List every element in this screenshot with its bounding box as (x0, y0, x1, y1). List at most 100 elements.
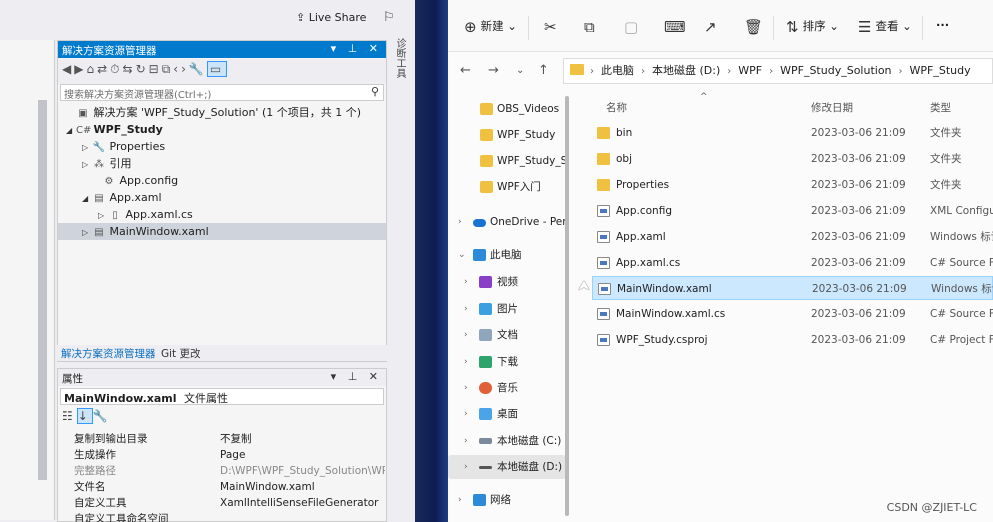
property-pages-icon[interactable]: 🔧 (93, 409, 112, 423)
tree-item-mainwindow-xaml[interactable]: ▷ ▤ MainWindow.xaml (58, 223, 386, 240)
delete-button[interactable]: 🗑 (744, 18, 767, 36)
property-row[interactable]: 自定义工具 XamlIntelliSenseFileGenerator (68, 495, 386, 511)
new-button[interactable]: ⊕ 新建 ⌄ (464, 18, 517, 36)
pending-changes-icon[interactable]: ⏱ (110, 62, 122, 76)
nav-scrollbar[interactable] (565, 96, 569, 516)
collapse-all-icon[interactable]: ⊟ (149, 62, 162, 76)
sync-icon[interactable]: ⇆ (123, 62, 136, 76)
file-row[interactable]: Properties 2023-03-06 21:09 文件夹 (592, 173, 993, 197)
address-bar[interactable]: › 此电脑 › 本地磁盘 (D:) › WPF › WPF_Study_Solution › WP… (563, 58, 993, 84)
view-button[interactable]: ☰ 查看 ⌄ (858, 18, 912, 36)
preview-icon[interactable]: ▭ (206, 61, 228, 77)
chevron-right-icon[interactable]: › (464, 376, 468, 400)
file-row[interactable]: App.xaml 2023-03-06 21:09 Windows 标记 (592, 225, 993, 249)
chevron-right-icon[interactable]: › (464, 350, 468, 374)
properties-object-selector[interactable]: MainWindow.xaml 文件属性 (60, 388, 384, 405)
breadcrumb-item[interactable]: 此电脑 (601, 64, 634, 77)
chevron-right-icon[interactable]: › (464, 455, 468, 479)
tree-item-references[interactable]: ▷ ⁂ 引用 (58, 155, 386, 172)
up-icon[interactable]: ↑ (538, 63, 549, 78)
column-name[interactable]: 名称 (606, 100, 627, 115)
expand-icon[interactable]: ▷ (82, 156, 92, 173)
nav-item[interactable]: › 本地磁盘 (D:) (448, 455, 566, 479)
chevron-right-icon[interactable]: › (458, 488, 462, 512)
property-row[interactable]: 自定义工具命名空间 (68, 511, 386, 522)
cut-button[interactable]: ✂ (544, 18, 561, 36)
tree-item-project[interactable]: ◢ C# WPF_Study (58, 121, 386, 138)
file-row[interactable]: obj 2023-03-06 21:09 文件夹 (592, 147, 993, 171)
collapse-icon[interactable]: ◢ (66, 122, 76, 139)
tree-item-app-config[interactable]: ⚙ App.config (58, 172, 386, 189)
solution-search-input[interactable]: 搜索解决方案资源管理器(Ctrl+;) ⚲ (60, 84, 384, 101)
tab-solution-explorer[interactable]: 解决方案资源管理器 (61, 346, 156, 361)
file-row[interactable]: App.config 2023-03-06 21:09 XML Configu (592, 199, 993, 223)
live-share-button[interactable]: ⇪ Live Share (296, 11, 366, 24)
paste-button[interactable]: ▢ (624, 18, 642, 36)
back-icon[interactable]: ← (460, 63, 471, 78)
nav-item[interactable]: › 桌面 (448, 402, 566, 426)
panel-window-buttons[interactable]: ▾ ⊥ ✕ (331, 42, 382, 55)
switch-views-icon[interactable]: ⇄ (97, 62, 110, 76)
collapse-icon[interactable]: ◢ (82, 190, 92, 207)
nav-item-onedrive[interactable]: › OneDrive - Pers (448, 210, 566, 234)
expand-icon[interactable]: ▷ (82, 224, 92, 241)
breadcrumb-item[interactable]: 本地磁盘 (D:) (652, 64, 720, 77)
file-row[interactable]: WPF_Study.csproj 2023-03-06 21:09 C# Proje… (592, 328, 993, 352)
chevron-right-icon[interactable]: › (464, 402, 468, 426)
chevron-right-icon[interactable]: › (464, 297, 468, 321)
nav-item[interactable]: › 本地磁盘 (C:) (448, 429, 566, 453)
nav-item[interactable]: OBS_Videos (448, 97, 566, 121)
tree-item-app-xaml-cs[interactable]: ▷ ▯ App.xaml.cs (58, 206, 386, 223)
chevron-right-icon[interactable]: › (464, 323, 468, 347)
tree-item-app-xaml[interactable]: ◢ ▤ App.xaml (58, 189, 386, 206)
file-row[interactable]: MainWindow.xaml.cs 2023-03-06 21:09 C# Sou… (592, 302, 993, 326)
breadcrumb-item[interactable]: WPF_Study_Solution (780, 64, 891, 77)
editor-scrollbar[interactable] (38, 100, 47, 480)
chevron-down-icon[interactable]: ⌄ (458, 243, 466, 267)
nav-item[interactable]: › 网络 (448, 488, 566, 512)
feedback-icon[interactable]: ⚐ (383, 10, 395, 25)
file-row[interactable]: App.xaml.cs 2023-03-06 21:09 C# Source Fi (592, 251, 993, 275)
refresh-icon[interactable]: ↻ (136, 62, 149, 76)
expand-icon[interactable]: ▷ (98, 207, 108, 224)
property-row[interactable]: 完整路径 D:\WPF\WPF_Study_Solution\WPF_S (68, 463, 386, 479)
breadcrumb-item[interactable]: WPF_Study (910, 64, 971, 77)
nav-item[interactable]: WPF_Study_Sc (448, 149, 566, 173)
nav-item-this-pc[interactable]: ⌄ 此电脑 (448, 243, 566, 267)
properties-icon[interactable]: 🔧 (189, 62, 207, 76)
tab-git-changes[interactable]: Git 更改 (161, 346, 201, 361)
breadcrumb-item[interactable]: WPF (738, 64, 762, 77)
nav-item[interactable]: › 文档 (448, 323, 566, 347)
panel-window-buttons[interactable]: ▾ ⊥ ✕ (331, 370, 382, 383)
file-row[interactable]: bin 2023-03-06 21:09 文件夹 (592, 121, 993, 145)
forward-icon[interactable]: → (488, 63, 499, 78)
column-type[interactable]: 类型 (930, 100, 951, 115)
sort-button[interactable]: ⇅ 排序 ⌄ (786, 18, 839, 36)
back-icon[interactable]: ◀ (62, 62, 74, 76)
nav-item[interactable]: WPF入门 (448, 175, 566, 199)
chevron-right-icon[interactable]: › (464, 270, 468, 294)
file-row-selected[interactable]: MainWindow.xaml 2023-03-06 21:09 Windows 标… (592, 276, 993, 300)
property-row[interactable]: 生成操作 Page (68, 447, 386, 463)
forward-icon[interactable]: ▶ (74, 62, 86, 76)
more-button[interactable]: ··· (936, 18, 949, 32)
show-all-files-icon[interactable]: ⧉ (162, 62, 174, 76)
column-date[interactable]: 修改日期 (811, 100, 853, 115)
view-code-icon[interactable]: ‹› (173, 62, 189, 76)
property-row[interactable]: 复制到输出目录 不复制 (68, 431, 386, 447)
recent-chevron-icon[interactable]: ⌄ (516, 65, 524, 76)
property-row[interactable]: 文件名 MainWindow.xaml (68, 479, 386, 495)
nav-item[interactable]: › 视频 (448, 270, 566, 294)
nav-item[interactable]: › 图片 (448, 297, 566, 321)
chevron-right-icon[interactable]: › (464, 429, 468, 453)
alphabetical-icon[interactable]: ↓ (76, 408, 93, 424)
categorized-icon[interactable]: ☷ (62, 409, 77, 423)
share-button[interactable]: ↗ (704, 18, 721, 36)
expand-icon[interactable]: ▷ (82, 139, 92, 156)
copy-button[interactable]: ⧉ (584, 18, 599, 36)
nav-item[interactable]: WPF_Study (448, 123, 566, 147)
tree-item-properties[interactable]: ▷ 🔧 Properties (58, 138, 386, 155)
search-icon[interactable]: ⚲ (371, 85, 379, 98)
home-icon[interactable]: ⌂ (86, 62, 97, 76)
nav-item[interactable]: › 下载 (448, 350, 566, 374)
